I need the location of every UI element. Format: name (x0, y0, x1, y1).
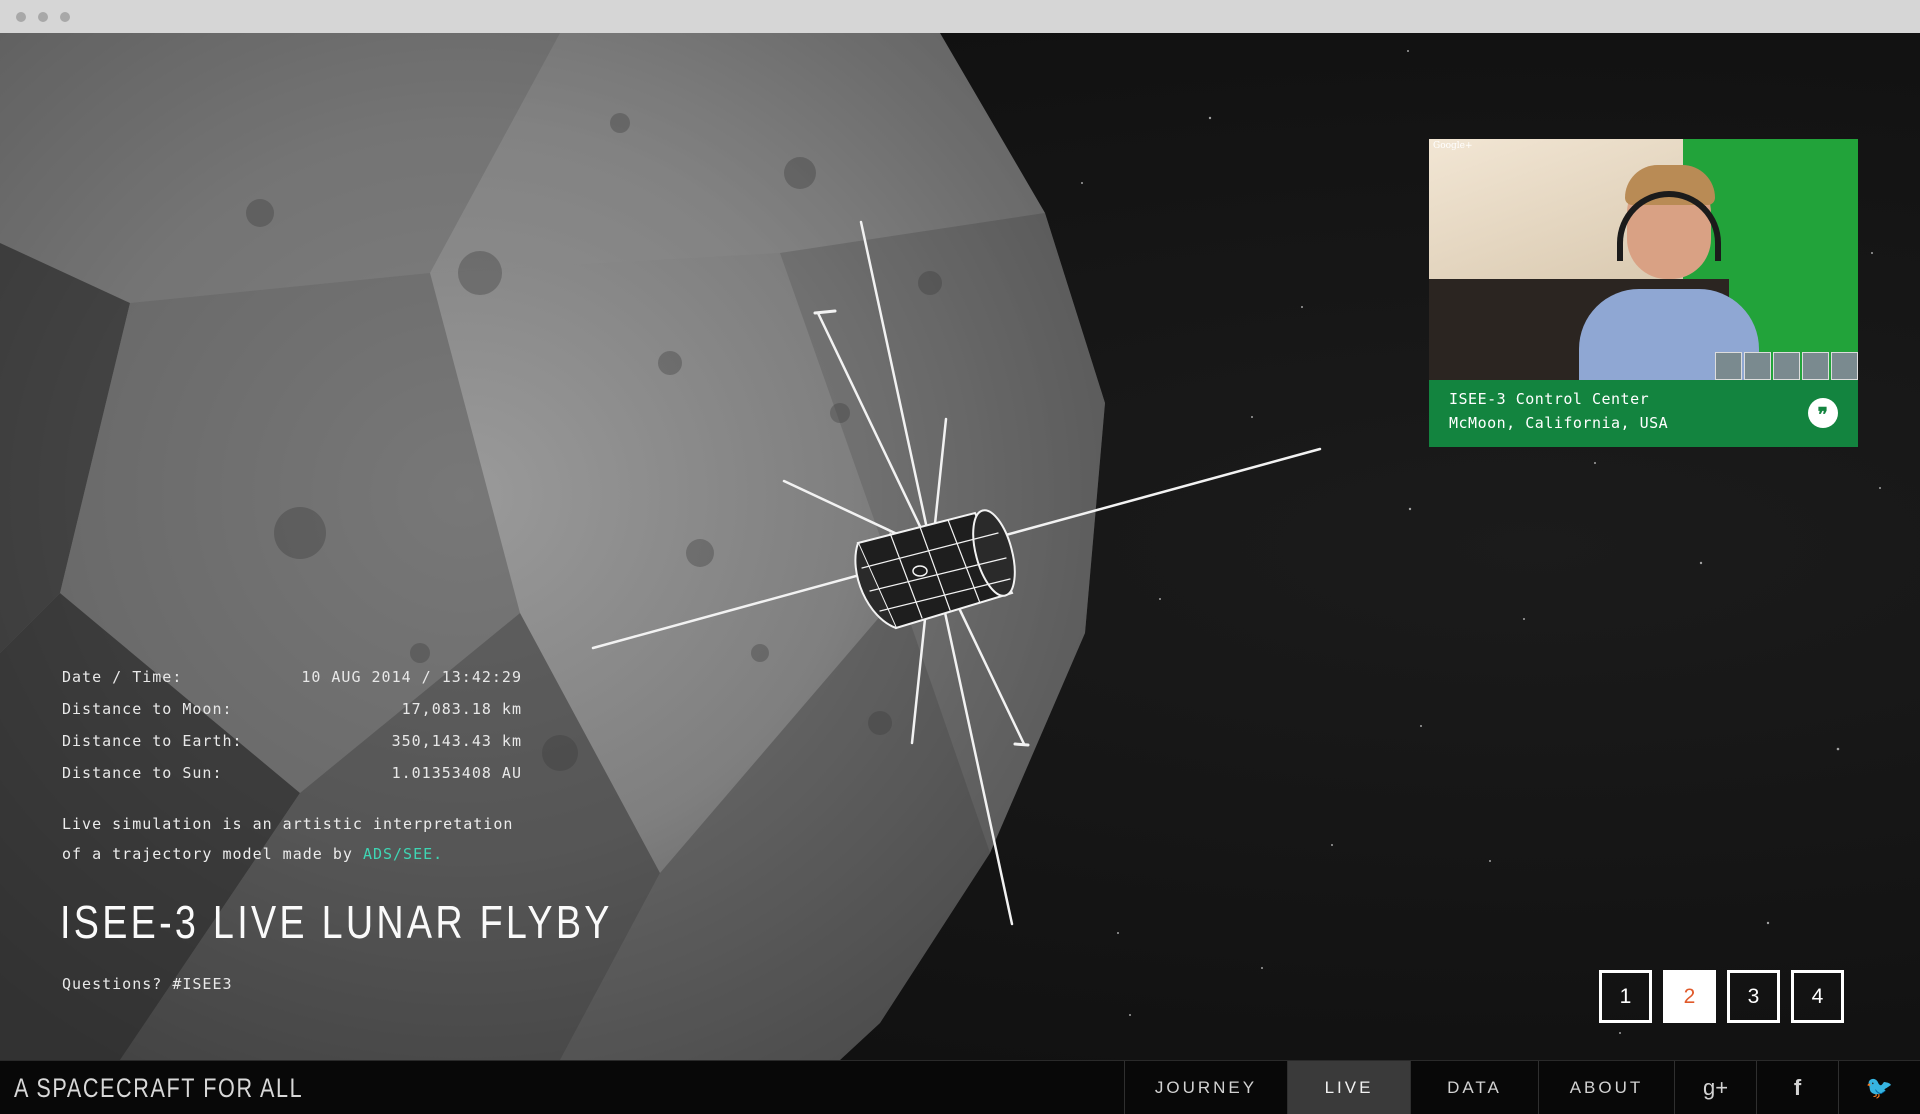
participant-thumbnail[interactable] (1715, 352, 1742, 380)
telemetry-value: 10 AUG 2014 / 13:42:29 (301, 668, 522, 686)
nav-journey[interactable]: JOURNEY (1124, 1061, 1287, 1114)
telemetry-row: Distance to Earth: 350,143.43 km (62, 725, 522, 757)
telemetry-row: Date / Time: 10 AUG 2014 / 13:42:29 (62, 661, 522, 693)
brand-title[interactable]: A SPACECRAFT FOR ALL (14, 1073, 303, 1104)
telemetry-value: 350,143.43 km (391, 732, 522, 750)
nav-data[interactable]: DATA (1410, 1061, 1538, 1114)
hangout-location-place: McMoon, California, USA (1449, 414, 1669, 432)
twitter-icon[interactable]: 🐦 (1838, 1061, 1920, 1114)
window-maximize-dot[interactable] (60, 12, 70, 22)
quote-bubble-icon[interactable]: ❞ (1808, 398, 1838, 428)
google-plus-icon[interactable]: g+ (1674, 1061, 1756, 1114)
telemetry-label: Distance to Earth: (62, 732, 243, 750)
simulation-disclaimer: Live simulation is an artistic interpret… (62, 809, 522, 869)
hangout-video-panel[interactable]: Google+ ISEE-3 Control Center McMoon, Ca… (1429, 139, 1858, 447)
disclaimer-text: Live simulation is an artistic interpret… (62, 815, 514, 863)
telemetry-label: Distance to Sun: (62, 764, 223, 782)
telemetry-row: Distance to Moon: 17,083.18 km (62, 693, 522, 725)
questions-hashtag: Questions? #ISEE3 (62, 975, 233, 993)
participant-thumbnail[interactable] (1802, 352, 1829, 380)
page-button-1[interactable]: 1 (1599, 970, 1652, 1023)
telemetry-row: Distance to Sun: 1.01353408 AU (62, 757, 522, 789)
page-button-2[interactable]: 2 (1663, 970, 1716, 1023)
page-title: ISEE-3 LIVE LUNAR FLYBY (60, 896, 613, 948)
telemetry-panel: Date / Time: 10 AUG 2014 / 13:42:29 Dist… (62, 661, 522, 789)
hangout-caption: ISEE-3 Control Center McMoon, California… (1429, 380, 1858, 447)
telemetry-label: Distance to Moon: (62, 700, 233, 718)
telemetry-value: 17,083.18 km (401, 700, 522, 718)
participant-thumbnails[interactable] (1715, 352, 1858, 380)
page-selector: 1 2 3 4 (1599, 970, 1844, 1023)
hangout-video[interactable]: Google+ (1429, 139, 1858, 380)
page-button-3[interactable]: 3 (1727, 970, 1780, 1023)
browser-chrome (0, 0, 1920, 34)
footer-nav: JOURNEY LIVE DATA ABOUT g+ f 🐦 (1124, 1061, 1920, 1114)
nav-live[interactable]: LIVE (1287, 1061, 1410, 1114)
hangout-location-title: ISEE-3 Control Center (1449, 390, 1650, 408)
participant-thumbnail[interactable] (1773, 352, 1800, 380)
participant-thumbnail[interactable] (1744, 352, 1771, 380)
nav-about[interactable]: ABOUT (1538, 1061, 1674, 1114)
telemetry-value: 1.01353408 AU (391, 764, 522, 782)
footer-bar: A SPACECRAFT FOR ALL JOURNEY LIVE DATA A… (0, 1060, 1920, 1114)
window-close-dot[interactable] (16, 12, 26, 22)
window-minimize-dot[interactable] (38, 12, 48, 22)
ads-see-link[interactable]: ADS/SEE. (363, 845, 443, 863)
page-button-4[interactable]: 4 (1791, 970, 1844, 1023)
participant-thumbnail[interactable] (1831, 352, 1858, 380)
facebook-icon[interactable]: f (1756, 1061, 1838, 1114)
google-plus-badge: Google+ (1433, 141, 1473, 151)
telemetry-label: Date / Time: (62, 668, 183, 686)
live-simulation-view: Date / Time: 10 AUG 2014 / 13:42:29 Dist… (0, 33, 1920, 1060)
